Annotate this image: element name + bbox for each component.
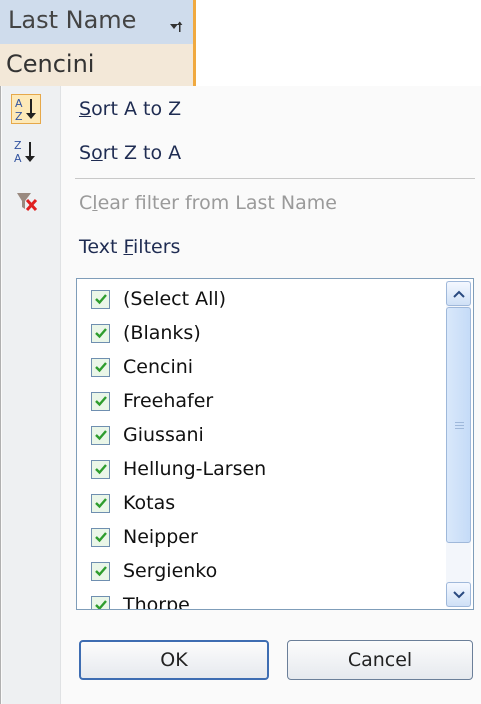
filter-list-item[interactable]: Giussani — [91, 421, 204, 449]
checkbox[interactable] — [91, 493, 110, 513]
active-cell[interactable]: Cencini — [0, 44, 196, 86]
filter-list-item[interactable]: Hellung-Larsen — [91, 455, 266, 483]
filter-list-item-label: Neipper — [123, 526, 198, 548]
filter-list-item-label: Hellung-Larsen — [123, 458, 267, 480]
checkbox[interactable] — [91, 323, 110, 343]
filter-list-item[interactable]: Cencini — [91, 353, 193, 381]
checkmark-icon — [94, 328, 107, 339]
cell-value: Cencini — [6, 50, 95, 78]
filter-list-item[interactable]: Freehafer — [91, 387, 213, 415]
checkbox[interactable] — [91, 289, 110, 309]
filter-list-item-label: Kotas — [123, 492, 176, 514]
column-header-title: Last Name — [8, 6, 137, 34]
filter-value-list[interactable]: (Select All) (Blanks) Cencini Freehafer Gius… — [76, 278, 474, 610]
filter-list-item[interactable]: Thorpe — [91, 591, 190, 610]
text-filters-item[interactable]: Text Filters — [79, 236, 180, 258]
clear-filter-icon — [15, 190, 39, 214]
filter-list-item[interactable]: (Select All) — [91, 285, 226, 313]
svg-text:Z: Z — [14, 139, 22, 152]
checkbox[interactable] — [91, 595, 110, 609]
checkmark-icon — [94, 566, 107, 577]
sort-descending-icon[interactable]: Z A — [12, 138, 40, 166]
sort-z-to-a-item[interactable]: Sort Z to A — [79, 142, 181, 164]
filter-list-item-label: (Select All) — [123, 288, 227, 310]
checkbox[interactable] — [91, 527, 110, 547]
checkbox[interactable] — [91, 561, 110, 581]
checkbox[interactable] — [91, 391, 110, 411]
checkmark-icon — [94, 498, 107, 509]
filter-list-item-label: Thorpe — [123, 594, 190, 610]
menu-icon-gutter — [2, 86, 61, 704]
filter-list-item[interactable]: Sergienko — [91, 557, 217, 585]
filter-list-item-label: (Blanks) — [123, 322, 201, 344]
filter-list-item-label: Giussani — [123, 424, 204, 446]
scrollbar-thumb[interactable] — [446, 307, 471, 543]
checkmark-icon — [94, 464, 107, 475]
checkmark-icon — [94, 396, 107, 407]
filter-dropdown-icon[interactable] — [168, 20, 184, 36]
filter-list-item-label: Cencini — [123, 356, 194, 378]
scroll-down-button[interactable] — [446, 582, 471, 607]
autofilter-menu: A Z Sort A to Z Z A Sort Z to A Clear fi… — [0, 86, 481, 704]
clear-filter-item: Clear filter from Last Name — [79, 192, 337, 214]
checkmark-icon — [94, 430, 107, 441]
checkbox[interactable] — [91, 357, 110, 377]
checkbox[interactable] — [91, 425, 110, 445]
filter-list-item[interactable]: (Blanks) — [91, 319, 201, 347]
scroll-up-button[interactable] — [446, 281, 471, 306]
svg-text:A: A — [14, 152, 22, 165]
cancel-button[interactable]: Cancel — [287, 640, 473, 680]
checkmark-icon — [94, 600, 107, 609]
ok-button[interactable]: OK — [79, 640, 269, 680]
filter-list-item-label: Sergienko — [123, 560, 218, 582]
filter-list-item[interactable]: Kotas — [91, 489, 175, 517]
checkmark-icon — [94, 294, 107, 305]
svg-text:Z: Z — [15, 110, 23, 123]
menu-separator — [75, 178, 475, 179]
sort-a-to-z-item[interactable]: Sort A to Z — [79, 98, 181, 120]
sort-ascending-icon[interactable]: A Z — [11, 94, 41, 124]
vertical-scrollbar[interactable] — [446, 281, 471, 607]
filter-list-item-label: Freehafer — [123, 390, 214, 412]
checkmark-icon — [94, 532, 107, 543]
svg-text:A: A — [15, 97, 23, 110]
checkmark-icon — [94, 362, 107, 373]
column-header[interactable]: Last Name — [0, 0, 196, 44]
checkbox[interactable] — [91, 459, 110, 479]
filter-list-item[interactable]: Neipper — [91, 523, 198, 551]
